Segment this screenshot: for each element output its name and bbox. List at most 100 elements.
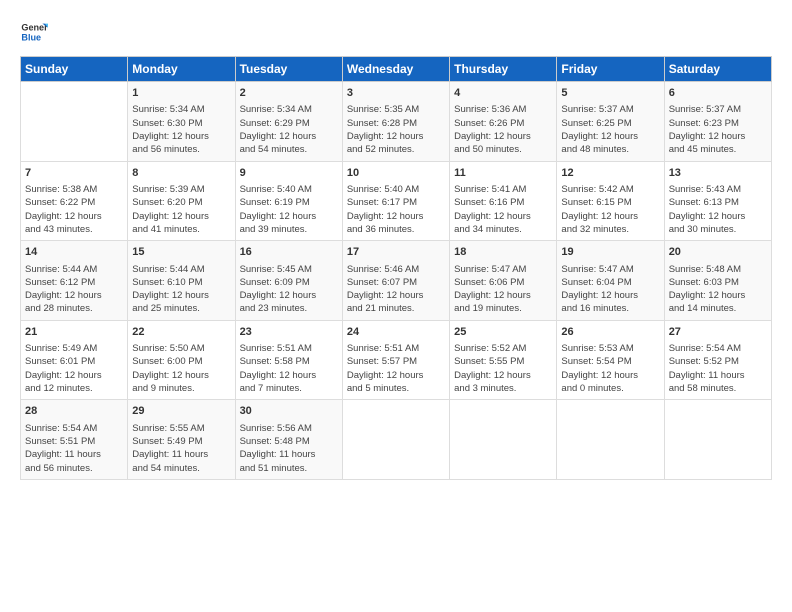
calendar-cell: 12 Sunrise: 5:42 AMSunset: 6:15 PMDayligh… (557, 161, 664, 241)
week-row-1: 1 Sunrise: 5:34 AMSunset: 6:30 PMDaylight… (21, 82, 772, 162)
calendar-cell: 20 Sunrise: 5:48 AMSunset: 6:03 PMDayligh… (664, 241, 771, 321)
calendar-cell: 24 Sunrise: 5:51 AMSunset: 5:57 PMDayligh… (342, 320, 449, 400)
logo-icon: General Blue (20, 18, 48, 46)
calendar-cell: 19Sunrise: 5:47 AMSunset: 6:04 PMDayligh… (557, 241, 664, 321)
day-header-wednesday: Wednesday (342, 57, 449, 82)
day-info: Sunrise: 5:34 AMSunset: 6:29 PMDaylight:… (240, 103, 338, 156)
day-info: Sunrise: 5:41 AMSunset: 6:16 PMDaylight:… (454, 183, 552, 236)
day-info: Sunrise: 5:51 AMSunset: 5:57 PMDaylight:… (347, 342, 445, 395)
page: General Blue SundayMondayTuesdayWednesda… (0, 0, 792, 612)
day-number: 22 (132, 325, 230, 340)
day-info: Sunrise: 5:35 AMSunset: 6:28 PMDaylight:… (347, 103, 445, 156)
day-number: 16 (240, 245, 338, 260)
calendar-cell: 29 Sunrise: 5:55 AMSunset: 5:49 PMDayligh… (128, 400, 235, 480)
day-info: Sunrise: 5:48 AMSunset: 6:03 PMDaylight:… (669, 263, 767, 316)
day-number: 26 (561, 325, 659, 340)
calendar-cell: 25Sunrise: 5:52 AMSunset: 5:55 PMDayligh… (450, 320, 557, 400)
calendar-header: SundayMondayTuesdayWednesdayThursdayFrid… (21, 57, 772, 82)
day-info: Sunrise: 5:47 AMSunset: 6:04 PMDaylight:… (561, 263, 659, 316)
day-number: 11 (454, 166, 552, 181)
day-info: Sunrise: 5:36 AMSunset: 6:26 PMDaylight:… (454, 103, 552, 156)
day-info: Sunrise: 5:54 AMSunset: 5:52 PMDaylight:… (669, 342, 767, 395)
day-header-thursday: Thursday (450, 57, 557, 82)
day-info: Sunrise: 5:53 AMSunset: 5:54 PMDaylight:… (561, 342, 659, 395)
week-row-3: 14 Sunrise: 5:44 AMSunset: 6:12 PMDayligh… (21, 241, 772, 321)
calendar-cell (557, 400, 664, 480)
calendar-cell (21, 82, 128, 162)
calendar-cell: 14 Sunrise: 5:44 AMSunset: 6:12 PMDayligh… (21, 241, 128, 321)
day-header-monday: Monday (128, 57, 235, 82)
day-number: 12 (561, 166, 659, 181)
day-number: 1 (132, 86, 230, 101)
day-info: Sunrise: 5:56 AMSunset: 5:48 PMDaylight:… (240, 422, 338, 475)
day-number: 17 (347, 245, 445, 260)
day-info: Sunrise: 5:44 AMSunset: 6:12 PMDaylight:… (25, 263, 123, 316)
day-number: 25 (454, 325, 552, 340)
day-info: Sunrise: 5:40 AMSunset: 6:17 PMDaylight:… (347, 183, 445, 236)
calendar-cell: 4Sunrise: 5:36 AMSunset: 6:26 PMDaylight… (450, 82, 557, 162)
svg-text:Blue: Blue (21, 32, 41, 42)
day-info: Sunrise: 5:37 AMSunset: 6:25 PMDaylight:… (561, 103, 659, 156)
day-info: Sunrise: 5:43 AMSunset: 6:13 PMDaylight:… (669, 183, 767, 236)
calendar-cell: 21Sunrise: 5:49 AMSunset: 6:01 PMDayligh… (21, 320, 128, 400)
day-number: 21 (25, 325, 123, 340)
day-info: Sunrise: 5:50 AMSunset: 6:00 PMDaylight:… (132, 342, 230, 395)
day-number: 30 (240, 404, 338, 419)
day-info: Sunrise: 5:51 AMSunset: 5:58 PMDaylight:… (240, 342, 338, 395)
day-info: Sunrise: 5:38 AMSunset: 6:22 PMDaylight:… (25, 183, 123, 236)
calendar-cell: 6Sunrise: 5:37 AMSunset: 6:23 PMDaylight… (664, 82, 771, 162)
calendar-cell: 2 Sunrise: 5:34 AMSunset: 6:29 PMDaylight… (235, 82, 342, 162)
day-number: 18 (454, 245, 552, 260)
day-info: Sunrise: 5:39 AMSunset: 6:20 PMDaylight:… (132, 183, 230, 236)
calendar-cell: 17 Sunrise: 5:46 AMSunset: 6:07 PMDayligh… (342, 241, 449, 321)
day-info: Sunrise: 5:42 AMSunset: 6:15 PMDaylight:… (561, 183, 659, 236)
day-header-friday: Friday (557, 57, 664, 82)
day-number: 8 (132, 166, 230, 181)
calendar-cell: 5 Sunrise: 5:37 AMSunset: 6:25 PMDaylight… (557, 82, 664, 162)
day-info: Sunrise: 5:37 AMSunset: 6:23 PMDaylight:… (669, 103, 767, 156)
day-number: 20 (669, 245, 767, 260)
day-header-sunday: Sunday (21, 57, 128, 82)
day-number: 5 (561, 86, 659, 101)
day-header-saturday: Saturday (664, 57, 771, 82)
day-header-row: SundayMondayTuesdayWednesdayThursdayFrid… (21, 57, 772, 82)
day-number: 2 (240, 86, 338, 101)
day-number: 28 (25, 404, 123, 419)
day-info: Sunrise: 5:46 AMSunset: 6:07 PMDaylight:… (347, 263, 445, 316)
day-info: Sunrise: 5:55 AMSunset: 5:49 PMDaylight:… (132, 422, 230, 475)
week-row-4: 21Sunrise: 5:49 AMSunset: 6:01 PMDayligh… (21, 320, 772, 400)
day-info: Sunrise: 5:54 AMSunset: 5:51 PMDaylight:… (25, 422, 123, 475)
calendar-cell: 1 Sunrise: 5:34 AMSunset: 6:30 PMDaylight… (128, 82, 235, 162)
calendar-cell: 3 Sunrise: 5:35 AMSunset: 6:28 PMDaylight… (342, 82, 449, 162)
calendar-cell (342, 400, 449, 480)
day-number: 29 (132, 404, 230, 419)
day-number: 3 (347, 86, 445, 101)
week-row-5: 28 Sunrise: 5:54 AMSunset: 5:51 PMDayligh… (21, 400, 772, 480)
calendar-cell: 16 Sunrise: 5:45 AMSunset: 6:09 PMDayligh… (235, 241, 342, 321)
day-info: Sunrise: 5:45 AMSunset: 6:09 PMDaylight:… (240, 263, 338, 316)
calendar-cell: 27 Sunrise: 5:54 AMSunset: 5:52 PMDayligh… (664, 320, 771, 400)
day-info: Sunrise: 5:44 AMSunset: 6:10 PMDaylight:… (132, 263, 230, 316)
week-row-2: 7Sunrise: 5:38 AMSunset: 6:22 PMDaylight… (21, 161, 772, 241)
day-number: 10 (347, 166, 445, 181)
day-number: 23 (240, 325, 338, 340)
calendar-cell (664, 400, 771, 480)
day-info: Sunrise: 5:34 AMSunset: 6:30 PMDaylight:… (132, 103, 230, 156)
calendar-cell: 9Sunrise: 5:40 AMSunset: 6:19 PMDaylight… (235, 161, 342, 241)
day-number: 24 (347, 325, 445, 340)
calendar-cell: 7Sunrise: 5:38 AMSunset: 6:22 PMDaylight… (21, 161, 128, 241)
calendar-cell: 28 Sunrise: 5:54 AMSunset: 5:51 PMDayligh… (21, 400, 128, 480)
day-number: 9 (240, 166, 338, 181)
day-number: 27 (669, 325, 767, 340)
calendar-cell: 11 Sunrise: 5:41 AMSunset: 6:16 PMDayligh… (450, 161, 557, 241)
day-number: 13 (669, 166, 767, 181)
day-number: 15 (132, 245, 230, 260)
calendar-cell: 26 Sunrise: 5:53 AMSunset: 5:54 PMDayligh… (557, 320, 664, 400)
calendar-cell: 22 Sunrise: 5:50 AMSunset: 6:00 PMDayligh… (128, 320, 235, 400)
calendar-cell: 30 Sunrise: 5:56 AMSunset: 5:48 PMDayligh… (235, 400, 342, 480)
calendar-cell: 15 Sunrise: 5:44 AMSunset: 6:10 PMDayligh… (128, 241, 235, 321)
calendar-table: SundayMondayTuesdayWednesdayThursdayFrid… (20, 56, 772, 480)
calendar-cell: 8 Sunrise: 5:39 AMSunset: 6:20 PMDaylight… (128, 161, 235, 241)
calendar-cell: 18Sunrise: 5:47 AMSunset: 6:06 PMDayligh… (450, 241, 557, 321)
day-number: 14 (25, 245, 123, 260)
